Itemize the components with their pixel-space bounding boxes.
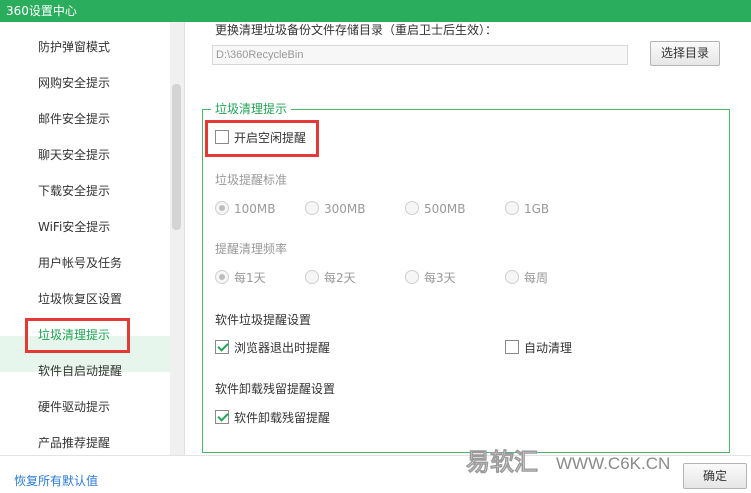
sidebar-scroll-thumb[interactable] (172, 84, 181, 230)
cleanup-group-title: 垃圾清理提示 (211, 101, 292, 117)
frequency-option-2day: 每2天 (324, 271, 356, 285)
sidebar-item-chat-safety[interactable]: 聊天安全提示 (38, 145, 110, 165)
frequency-radio-2day[interactable] (305, 270, 319, 284)
choose-directory-button[interactable]: 选择目录 (650, 41, 720, 66)
sidebar-item-account-tasks[interactable]: 用户帐号及任务 (38, 253, 122, 273)
frequency-option-3day: 每3天 (424, 271, 456, 285)
watermark-logo: 易软汇 WWW.C6K.CN (466, 448, 670, 477)
sidebar-item-driver-tips[interactable]: 硬件驱动提示 (38, 397, 110, 417)
restore-defaults-link[interactable]: 恢复所有默认值 (14, 472, 98, 489)
backup-path-label: 更换清理垃圾备份文件存储目录（重启卫士后生效）： (215, 23, 498, 37)
watermark-brand: 易软汇 (466, 448, 538, 476)
sidebar-item-shopping-safety[interactable]: 网购安全提示 (38, 73, 110, 93)
browser-exit-label: 浏览器退出时提醒 (234, 341, 331, 355)
uninstall-reminder-heading: 软件卸载残留提醒设置 (215, 382, 336, 396)
software-reminder-heading: 软件垃圾提醒设置 (215, 313, 312, 327)
sidebar: 防护弹窗模式 网购安全提示 邮件安全提示 聊天安全提示 下载安全提示 WiFi安… (0, 22, 172, 455)
uninstall-residue-checkbox[interactable] (215, 410, 229, 424)
standard-option-1gb: 1GB (524, 202, 550, 216)
sidebar-item-download-safety[interactable]: 下载安全提示 (38, 181, 110, 201)
auto-clean-label: 自动清理 (524, 341, 573, 355)
standard-option-100mb: 100MB (234, 202, 276, 216)
window-title: 360设置中心 (6, 4, 77, 18)
standard-radio-300mb[interactable] (305, 201, 319, 215)
standard-radio-1gb[interactable] (505, 201, 519, 215)
frequency-radio-weekly[interactable] (505, 270, 519, 284)
sidebar-item-recycle-settings[interactable]: 垃圾恢复区设置 (38, 289, 122, 309)
frequency-radio-1day[interactable] (215, 270, 229, 284)
sidebar-item-mail-safety[interactable]: 邮件安全提示 (38, 109, 110, 129)
backup-path-field[interactable]: D:\360RecycleBin (212, 45, 628, 65)
frequency-option-1day: 每1天 (234, 271, 266, 285)
highlight-box-idle-reminder (205, 120, 319, 157)
sidebar-item-autostart-reminder[interactable]: 软件自启动提醒 (38, 361, 122, 381)
reminder-standard-label: 垃圾提醒标准 (215, 173, 288, 187)
standard-option-300mb: 300MB (324, 202, 366, 216)
title-bar: 360设置中心 (0, 0, 751, 22)
browser-exit-checkbox[interactable] (215, 340, 229, 354)
cleanup-settings-group (202, 109, 730, 453)
standard-option-500mb: 500MB (424, 202, 466, 216)
sidebar-item-wifi-safety[interactable]: WiFi安全提示 (38, 217, 110, 237)
watermark-site: WWW.C6K.CN (556, 454, 670, 473)
frequency-label: 提醒清理频率 (215, 242, 288, 256)
sidebar-item-popup-mode[interactable]: 防护弹窗模式 (38, 37, 110, 57)
standard-radio-100mb[interactable] (215, 201, 229, 215)
standard-radio-500mb[interactable] (405, 201, 419, 215)
highlight-box-sidebar (25, 318, 130, 353)
sidebar-item-product-recommend[interactable]: 产品推荐提醒 (38, 433, 110, 453)
frequency-option-weekly: 每周 (524, 271, 549, 285)
uninstall-residue-label: 软件卸载残留提醒 (234, 411, 331, 425)
auto-clean-checkbox[interactable] (505, 340, 519, 354)
frequency-radio-3day[interactable] (405, 270, 419, 284)
main-panel: 更换清理垃圾备份文件存储目录（重启卫士后生效）： D:\360RecycleBi… (185, 22, 751, 455)
